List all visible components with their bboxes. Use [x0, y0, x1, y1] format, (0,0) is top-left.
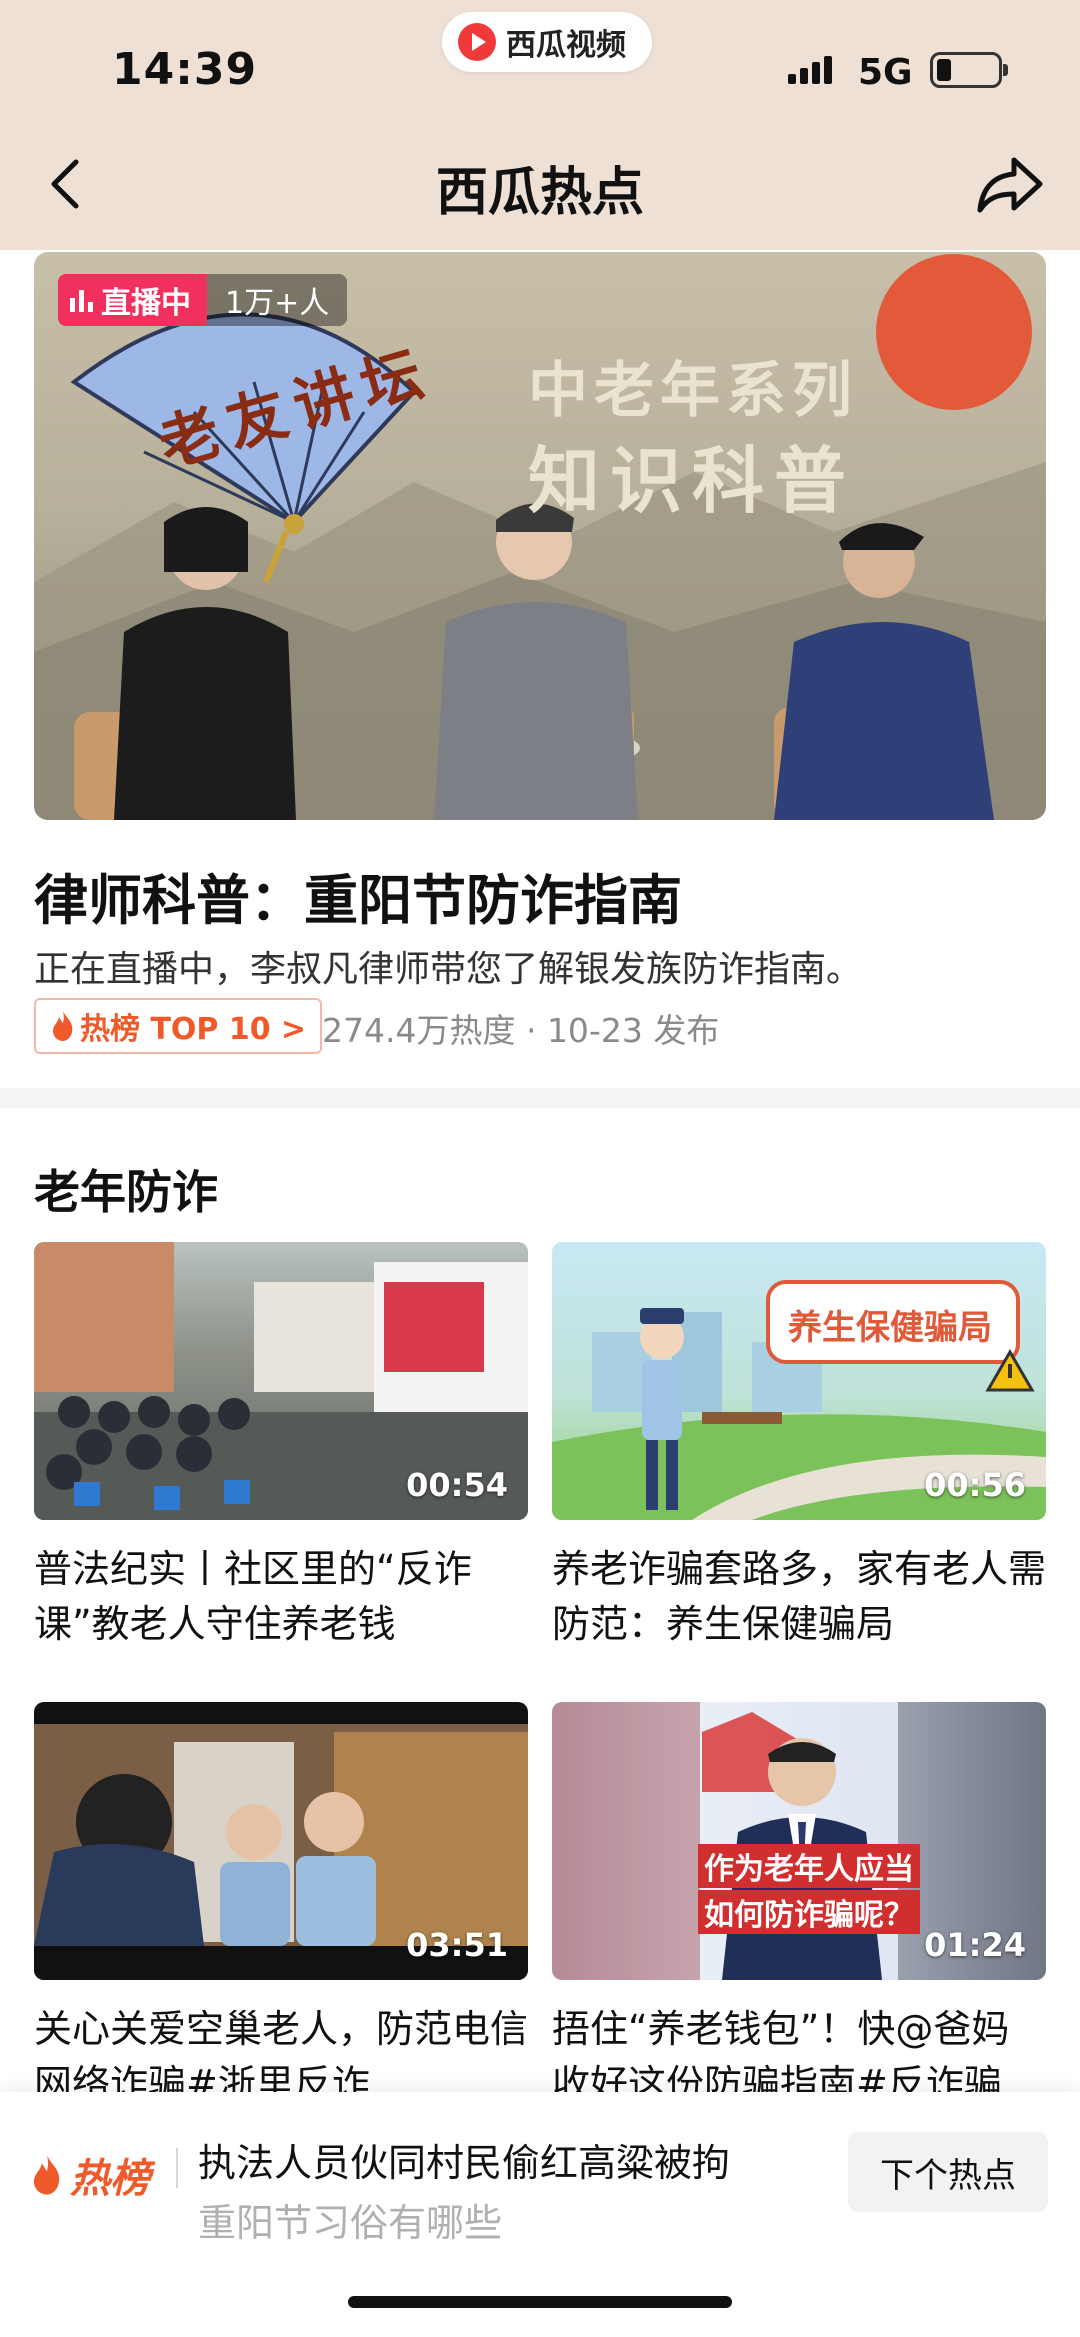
- live-bars-icon: [70, 288, 93, 312]
- video-thumbnail[interactable]: 养生保健骗局 00:56: [552, 1242, 1046, 1520]
- slogan-line-1: 中老年系列: [528, 356, 858, 426]
- video-thumbnail[interactable]: 00:54: [34, 1242, 528, 1520]
- video-card[interactable]: 作为老年人应当 如何防诈骗呢？ 01:24 捂住“养老钱包”！快@爸妈收好这份防…: [552, 1702, 1046, 2112]
- video-title[interactable]: 养老诈骗套路多，家有老人需防范：养生保健骗局: [552, 1542, 1046, 1652]
- featured-subtitle: 正在直播中，李叔凡律师带您了解银发族防诈指南。: [34, 949, 863, 990]
- share-icon: [977, 157, 1043, 213]
- video-duration: 00:54: [406, 1466, 508, 1504]
- home-indicator[interactable]: [348, 2296, 732, 2308]
- video-title[interactable]: 普法纪实丨社区里的“反诈课”教老人守住养老钱: [34, 1542, 528, 1652]
- live-label: 直播中: [58, 274, 207, 326]
- live-stream-thumbnail[interactable]: 直播中 1万+人 老友讲坛 中老年系列 知识科普: [34, 252, 1046, 820]
- section-divider: [0, 1088, 1080, 1108]
- video-thumbnail[interactable]: 03:51: [34, 1702, 528, 1980]
- hot-list-logo: 热榜: [30, 2146, 150, 2204]
- video-duration: 03:51: [406, 1926, 508, 1964]
- hot-rank-tag[interactable]: 热榜 TOP 10 >: [34, 998, 323, 1054]
- video-duration: 00:56: [924, 1466, 1026, 1504]
- next-hot-topic-button[interactable]: 下个热点: [848, 2132, 1048, 2212]
- thumbnail-overlay-line-1: 作为老年人应当: [698, 1844, 920, 1888]
- section-title: 老年防诈: [34, 1165, 218, 1219]
- video-thumbnail[interactable]: 作为老年人应当 如何防诈骗呢？ 01:24: [552, 1702, 1046, 1980]
- featured-meta: 274.4万热度 · 10-23 发布: [322, 1011, 720, 1050]
- hot-rank-label: 热榜 TOP 10 >: [80, 1012, 307, 1047]
- flame-icon: [53, 1011, 73, 1041]
- hot-list-logo-label: 热榜: [70, 2156, 150, 2202]
- live-badge: 直播中 1万+人: [58, 274, 348, 326]
- app-name: 西瓜视频: [506, 28, 626, 63]
- video-card[interactable]: 03:51 关心关爱空巢老人，防范电信网络诈骗#浙里反诈: [34, 1702, 528, 2112]
- current-hot-topic[interactable]: 执法人员伙同村民偷红高粱被拘: [198, 2132, 730, 2187]
- video-duration: 01:24: [924, 1926, 1026, 1964]
- slogan-line-2: 知识科普: [528, 438, 857, 523]
- divider: [176, 2148, 178, 2188]
- featured-title[interactable]: 律师科普：重阳节防诈指南: [34, 856, 682, 935]
- status-time: 14:39: [112, 44, 258, 95]
- viewer-count: 1万+人: [207, 274, 348, 326]
- xigua-logo-icon: [458, 23, 496, 61]
- upcoming-hot-topic[interactable]: 重阳节习俗有哪些: [198, 2192, 502, 2247]
- signal-icon: [788, 56, 832, 84]
- page-title: 西瓜热点: [435, 163, 644, 223]
- live-label-text: 直播中: [101, 286, 191, 321]
- video-card[interactable]: 00:54 普法纪实丨社区里的“反诈课”教老人守住养老钱: [34, 1242, 528, 1652]
- flame-icon: [33, 2155, 60, 2195]
- thumbnail-overlay-line-2: 如何防诈骗呢？: [698, 1890, 920, 1934]
- top-bar: 14:39 西瓜视频 5G 西瓜热点: [0, 0, 1080, 250]
- live-stream-scene: [34, 254, 1046, 820]
- battery-icon: [930, 52, 1008, 88]
- app-indicator-pill[interactable]: 西瓜视频: [442, 12, 652, 72]
- video-card[interactable]: 养生保健骗局 00:56 养老诈骗套路多，家有老人需防范：养生保健骗局: [552, 1242, 1046, 1652]
- share-button[interactable]: [976, 154, 1044, 214]
- thumbnail-overlay-text: 养生保健骗局: [788, 1308, 992, 1348]
- network-type: 5G: [858, 52, 913, 93]
